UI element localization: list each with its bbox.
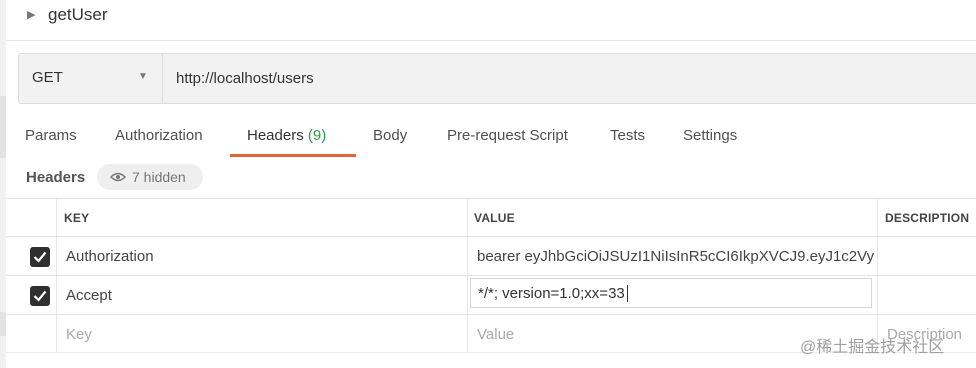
- watermark: @稀土掘金技术社区: [800, 339, 945, 356]
- tab-label: Tests: [610, 127, 646, 144]
- column-header-description: DESCRIPTION: [885, 211, 970, 225]
- tab-pre-request-script[interactable]: Pre-request Script: [447, 127, 568, 144]
- tab-count-badge: (9): [307, 127, 327, 144]
- headers-subheader: Headers 7 hidden: [6, 160, 976, 196]
- tab-authorization[interactable]: Authorization: [115, 127, 203, 144]
- tab-label: Params: [25, 127, 77, 144]
- hidden-count-label: 7 hidden: [132, 169, 186, 185]
- expand-caret-icon[interactable]: ▶: [27, 8, 35, 21]
- check-cell: [6, 315, 57, 352]
- active-tab-indicator: [230, 154, 356, 157]
- header-value-input[interactable]: [470, 278, 872, 308]
- tab-tests[interactable]: Tests: [610, 127, 645, 144]
- request-name[interactable]: getUser: [48, 5, 108, 25]
- check-column-header: [6, 199, 57, 236]
- request-tabs: Params Authorization Headers (9) Body Pr…: [6, 120, 976, 158]
- column-divider: [467, 199, 468, 236]
- table-row: Accept: [6, 276, 976, 315]
- tab-label: Headers: [247, 127, 304, 144]
- header-value-cell[interactable]: bearer eyJhbGciOiJSUzI1NiIsInR5cCI6IkpXV…: [477, 248, 874, 265]
- chevron-down-icon: ▼: [138, 71, 148, 82]
- tab-settings[interactable]: Settings: [683, 127, 737, 144]
- row-enabled-checkbox[interactable]: [30, 247, 50, 267]
- checkmark-icon: [33, 290, 47, 302]
- headers-section-label: Headers: [26, 169, 86, 186]
- column-divider: [877, 199, 878, 236]
- column-divider: [467, 237, 468, 275]
- tab-label: Body: [373, 127, 408, 144]
- new-key-input[interactable]: Key: [66, 326, 92, 343]
- tab-label: Pre-request Script: [447, 127, 568, 144]
- column-header-key: KEY: [64, 211, 90, 225]
- headers-table: KEY VALUE DESCRIPTION Authorization bear…: [6, 198, 976, 353]
- text-caret: [627, 285, 628, 302]
- url-bar: GET ▼: [18, 53, 976, 104]
- column-divider: [877, 237, 878, 275]
- table-header-row: KEY VALUE DESCRIPTION: [6, 199, 976, 237]
- tab-label: Settings: [683, 127, 738, 144]
- row-enabled-checkbox[interactable]: [30, 286, 50, 306]
- check-cell: [6, 276, 57, 314]
- column-header-value: VALUE: [474, 211, 515, 225]
- eye-icon: [110, 172, 126, 182]
- tab-headers[interactable]: Headers (9): [247, 127, 326, 144]
- header-key-cell[interactable]: Accept: [66, 287, 112, 304]
- tab-params[interactable]: Params: [25, 127, 77, 144]
- checkmark-icon: [33, 251, 47, 263]
- tab-body[interactable]: Body: [373, 127, 407, 144]
- hidden-headers-toggle[interactable]: 7 hidden: [97, 164, 203, 190]
- header-key-cell[interactable]: Authorization: [66, 248, 154, 265]
- tab-label: Authorization: [115, 127, 203, 144]
- check-cell: [6, 237, 57, 275]
- method-label: GET: [32, 69, 63, 86]
- column-divider: [467, 315, 468, 352]
- table-row: Authorization bearer eyJhbGciOiJSUzI1NiI…: [6, 237, 976, 276]
- request-title-bar: ▶ getUser: [6, 0, 976, 41]
- url-input[interactable]: [163, 54, 976, 103]
- column-divider: [467, 276, 468, 314]
- column-divider: [877, 276, 878, 314]
- new-value-input[interactable]: Value: [477, 326, 514, 343]
- method-dropdown[interactable]: GET ▼: [19, 54, 163, 103]
